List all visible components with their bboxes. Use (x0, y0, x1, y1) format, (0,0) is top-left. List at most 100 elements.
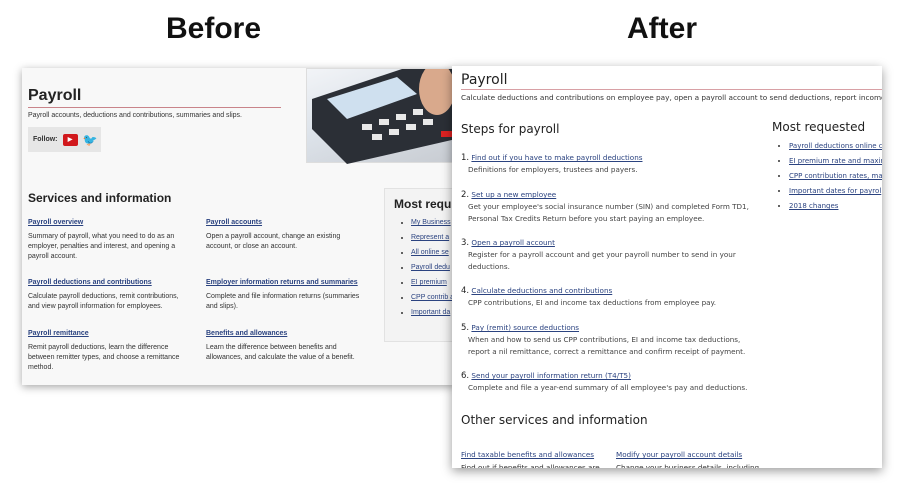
service-description: Learn the difference between benefits an… (206, 344, 355, 361)
title-divider (28, 107, 281, 108)
step-item: 5. Pay (remit) source deductions When and… (461, 322, 761, 358)
service-link[interactable]: Payroll deductions and contributions (28, 278, 188, 288)
most-requested-link[interactable]: All online se (411, 249, 449, 256)
services-heading: Services and information (28, 191, 172, 205)
after-label: After (627, 12, 698, 45)
youtube-icon[interactable]: ▶ (62, 133, 78, 146)
step-description: Get your employee's social insurance num… (468, 202, 749, 223)
service-link[interactable]: Payroll accounts (206, 218, 366, 228)
most-requested-item: CPP contribution rates, ma and exemption… (789, 171, 882, 182)
before-label: Before (166, 12, 262, 45)
service-link[interactable]: Employer information returns and summari… (206, 278, 366, 288)
step-link[interactable]: Calculate deductions and contributions (471, 286, 612, 295)
most-requested-heading: Most requested (772, 120, 866, 134)
step-link[interactable]: Send your payroll information return (T4… (471, 371, 631, 380)
follow-label: Follow: (33, 136, 58, 143)
step-header: 3. Open a payroll account (461, 237, 761, 249)
most-requested-link[interactable]: My Business (411, 219, 451, 226)
most-requested-link[interactable]: Represent a (411, 234, 449, 241)
service-description: Summary of payroll, what you need to do … (28, 233, 176, 260)
most-requested-heading: Most requ (394, 197, 452, 211)
title-divider (461, 89, 882, 90)
service-description: Complete and file information returns (s… (206, 293, 360, 310)
most-requested-item: CPP contrib and exempti (411, 290, 455, 305)
step-header: 1. Find out if you have to make payroll … (461, 152, 761, 164)
other-service-link[interactable]: Find taxable benefits and allowances (461, 450, 594, 459)
step-item: 2. Set up a new employee Get your employe… (461, 189, 761, 225)
step-number: 3. (461, 238, 470, 248)
before-screenshot: Payroll Payroll accounts, deductions and… (22, 68, 455, 385)
service-description: Calculate payroll deductions, remit cont… (28, 293, 179, 310)
other-service-description: Find out if benefits and allowances are (461, 463, 600, 468)
step-item: 1. Find out if you have to make payroll … (461, 152, 761, 176)
step-link[interactable]: Find out if you have to make payroll ded… (471, 153, 642, 162)
other-service-description: Change your business details, including (616, 463, 760, 468)
most-requested-link[interactable]: EI premium (411, 279, 447, 286)
step-number: 6. (461, 371, 470, 381)
service-item: Payroll accounts Open a payroll account, … (206, 218, 366, 252)
service-item: Benefits and allowances Learn the differe… (206, 329, 366, 363)
step-description: When and how to send us CPP contribution… (468, 335, 746, 356)
service-item: Employer information returns and summari… (206, 278, 366, 312)
steps-heading: Steps for payroll (461, 122, 560, 136)
other-service-item: Find taxable benefits and allowances Find… (461, 448, 611, 468)
most-requested: Most requested Payroll deductions online… (772, 120, 882, 216)
twitter-icon[interactable]: 🐦 (83, 133, 98, 147)
most-requested-item: My Business (411, 215, 455, 230)
most-requested-link[interactable]: Payroll dedu (411, 264, 450, 271)
most-requested-link[interactable]: 2018 changes (789, 202, 838, 210)
step-description: Register for a payroll account and get y… (468, 250, 736, 271)
service-link[interactable]: Payroll remittance (28, 329, 188, 339)
page-subtitle: Payroll accounts, deductions and contrib… (28, 112, 242, 119)
service-item: Payroll remittance Remit payroll deductio… (28, 329, 188, 373)
step-header: 5. Pay (remit) source deductions (461, 322, 761, 334)
step-number: 4. (461, 286, 470, 296)
most-requested-link[interactable]: EI premium rate and maxir (789, 157, 882, 165)
most-requested-item: Payroll dedu (411, 260, 455, 275)
service-description: Remit payroll deductions, learn the diff… (28, 344, 180, 371)
page-title: Payroll (28, 87, 82, 104)
service-item: Payroll overview Summary of payroll, what… (28, 218, 188, 262)
most-requested-item: EI premium rate and maxir (789, 156, 882, 167)
service-link[interactable]: Benefits and allowances (206, 329, 366, 339)
step-link[interactable]: Pay (remit) source deductions (471, 323, 579, 332)
follow-box: Follow: ▶ 🐦 (28, 127, 101, 152)
calculator-image (306, 68, 455, 164)
service-link[interactable]: Payroll overview (28, 218, 188, 228)
most-requested-item: 2018 changes (789, 201, 882, 212)
step-description: Definitions for employers, trustees and … (468, 165, 638, 174)
step-item: 3. Open a payroll account Register for a … (461, 237, 761, 273)
most-requested-link[interactable]: CPP contribution rates, ma and exemption… (789, 172, 882, 180)
most-requested-link[interactable]: Important dates for payrol (789, 187, 881, 195)
step-link[interactable]: Set up a new employee (471, 190, 556, 199)
most-requested-item: All online se (411, 245, 455, 260)
step-header: 6. Send your payroll information return … (461, 370, 761, 382)
step-description: Complete and file a year-end summary of … (468, 383, 748, 392)
page-subtitle: Calculate deductions and contributions o… (461, 93, 882, 102)
other-services-heading: Other services and information (461, 413, 648, 427)
step-item: 6. Send your payroll information return … (461, 370, 761, 394)
other-service-item: Modify your payroll account details Chang… (616, 448, 766, 468)
most-requested-item: EI premium (411, 275, 455, 290)
most-requested-link[interactable]: CPP contrib and exempti (411, 294, 455, 301)
most-requested-link[interactable]: Important da (411, 309, 450, 316)
other-service-link[interactable]: Modify your payroll account details (616, 450, 742, 459)
most-requested-item: Payroll deductions online c (789, 141, 882, 152)
step-number: 2. (461, 190, 470, 200)
most-requested-item: Important dates for payrol (789, 186, 882, 197)
most-requested-item: Important da (411, 305, 455, 320)
most-requested-box: Most requ My Business Represent a All onli… (384, 188, 455, 342)
step-header: 4. Calculate deductions and contribution… (461, 285, 761, 297)
step-header: 2. Set up a new employee (461, 189, 761, 201)
step-link[interactable]: Open a payroll account (471, 238, 555, 247)
after-screenshot: Payroll Calculate deductions and contrib… (452, 66, 882, 468)
service-description: Open a payroll account, change an existi… (206, 233, 341, 250)
service-item: Payroll deductions and contributions Calc… (28, 278, 188, 312)
most-requested-link[interactable]: Payroll deductions online c (789, 142, 882, 150)
step-item: 4. Calculate deductions and contribution… (461, 285, 761, 309)
most-requested-item: Represent a (411, 230, 455, 245)
step-description: CPP contributions, EI and income tax ded… (468, 298, 717, 307)
step-number: 5. (461, 323, 470, 333)
step-number: 1. (461, 153, 470, 163)
page-title: Payroll (461, 72, 508, 88)
